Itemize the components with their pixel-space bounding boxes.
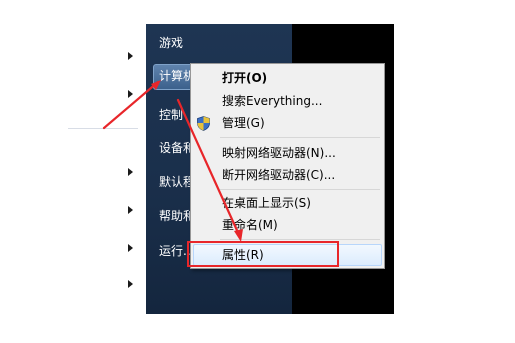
annotation-arrow-2 xyxy=(176,98,242,239)
annotation-arrows xyxy=(102,80,243,242)
annotation-arrow-1 xyxy=(102,80,160,130)
arrow-head-icon xyxy=(234,229,243,242)
arrow-head-icon xyxy=(151,80,161,90)
